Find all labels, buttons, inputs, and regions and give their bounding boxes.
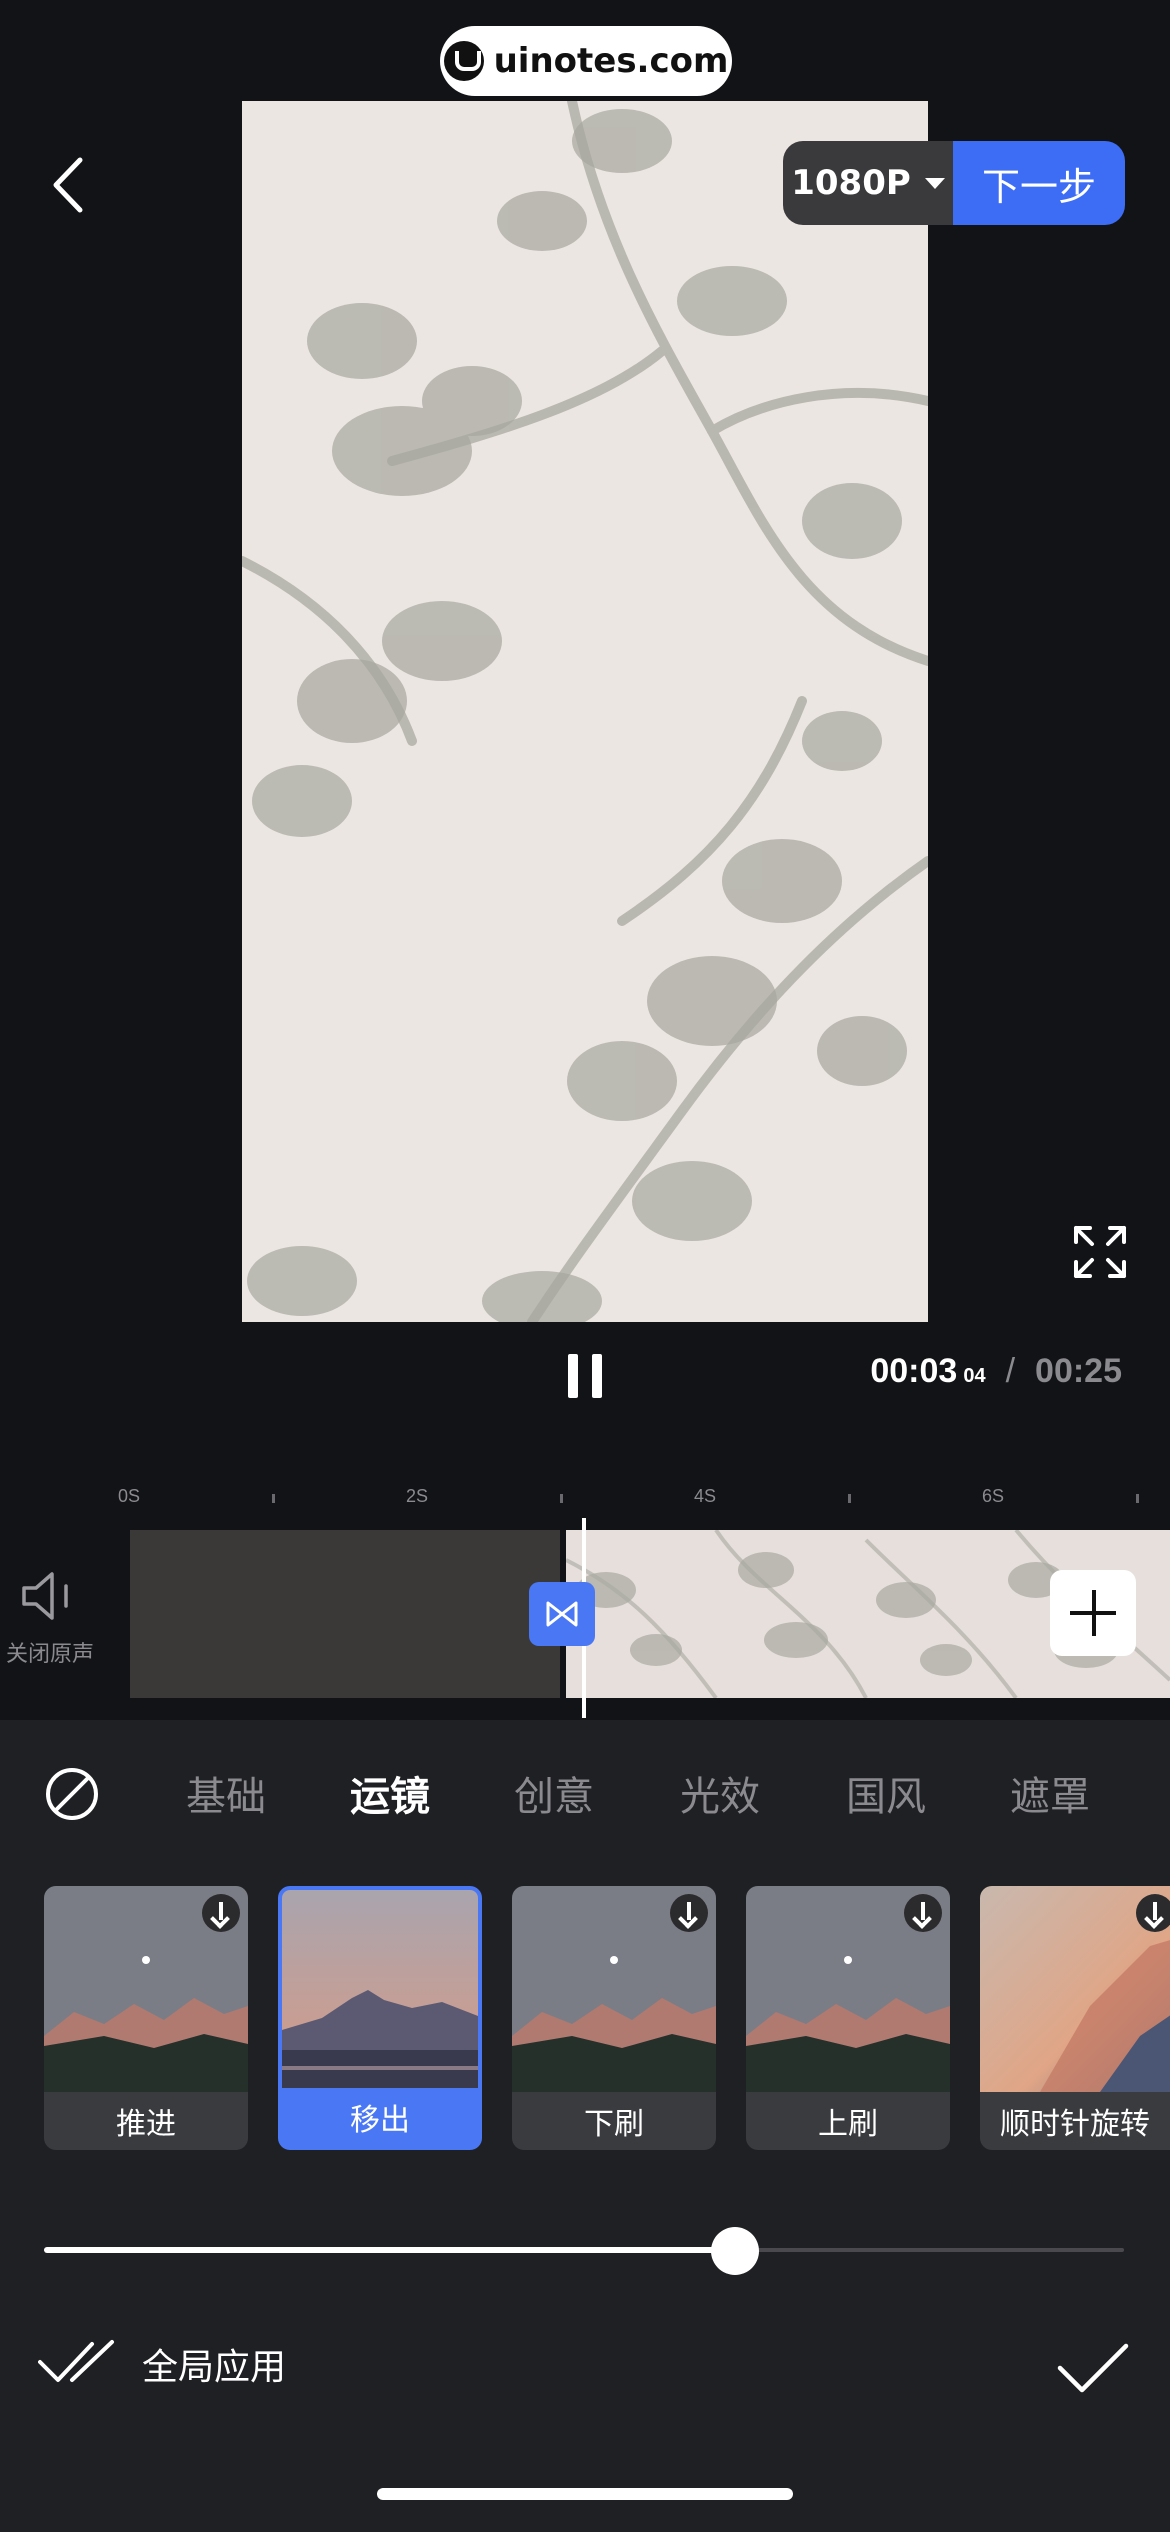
timeline-clip-empty[interactable] (130, 1530, 560, 1698)
bowtie-transition-icon (546, 1601, 578, 1627)
effect-card[interactable]: 顺时针旋转 (980, 1886, 1170, 2150)
ruler-label: 2S (406, 1486, 429, 1506)
speaker-icon (22, 1572, 68, 1620)
ruler-label: 0S (118, 1486, 141, 1506)
resolution-dropdown[interactable]: 1080P (783, 141, 953, 225)
caret-down-icon (924, 177, 945, 189)
no-effect-button[interactable] (44, 1766, 100, 1822)
ruler-label: 6S (982, 1486, 1005, 1506)
effect-label: 推进 (116, 2107, 176, 2142)
download-icon (202, 1894, 240, 1932)
duration-slider-fill (44, 2247, 736, 2253)
apply-all-button[interactable] (38, 2336, 118, 2386)
tab-light-effects[interactable]: 光效 (680, 1764, 760, 1822)
tab-mask[interactable]: 遮罩 (1010, 1764, 1090, 1822)
transition-button[interactable] (529, 1582, 595, 1646)
mute-original-button[interactable] (20, 1570, 80, 1622)
time-separator: / (1005, 1352, 1016, 1390)
chevron-left-icon (53, 157, 83, 213)
effect-card[interactable]: 下刷 (512, 1886, 716, 2150)
effect-label: 顺时针旋转 (1000, 2107, 1150, 2142)
prohibited-icon (46, 1768, 98, 1820)
ruler-tick (560, 1494, 563, 1503)
tab-basic[interactable]: 基础 (186, 1764, 266, 1822)
download-icon (1136, 1894, 1170, 1932)
playback-time: 00:03 04 / 00:25 (870, 1352, 1122, 1391)
leaf-shadow-image (242, 101, 928, 1322)
download-icon (670, 1894, 708, 1932)
effect-thumbnail (282, 1890, 478, 2088)
effect-card[interactable]: 推进 (44, 1886, 248, 2150)
mute-original-label: 关闭原声 (6, 1642, 95, 1667)
video-preview[interactable] (242, 101, 928, 1322)
effect-card[interactable]: 上刷 (746, 1886, 950, 2150)
watermark: uinotes.com (440, 26, 732, 96)
watermark-text: uinotes.com (493, 41, 729, 81)
add-clip-button[interactable] (1050, 1570, 1136, 1656)
total-time: 00:25 (1035, 1352, 1122, 1390)
current-time: 00:03 (870, 1352, 958, 1390)
back-button[interactable] (40, 150, 100, 220)
ruler-tick (272, 1494, 275, 1503)
ruler-tick (1136, 1494, 1139, 1503)
effect-label: 上刷 (818, 2107, 878, 2142)
confirm-button[interactable] (1056, 2340, 1130, 2396)
checkmark-icon (1057, 2343, 1129, 2393)
ruler-tick (848, 1494, 851, 1503)
apply-all-label[interactable]: 全局应用 (142, 2338, 286, 2390)
pause-icon (568, 1354, 578, 1398)
effect-label: 移出 (350, 2103, 410, 2138)
ruler-label: 4S (694, 1486, 717, 1506)
pause-button[interactable] (568, 1354, 604, 1398)
home-indicator (377, 2488, 793, 2500)
double-check-icon (38, 2340, 114, 2382)
resolution-label: 1080P (791, 163, 911, 203)
next-step-button[interactable]: 下一步 (953, 141, 1125, 225)
tab-chinese-style[interactable]: 国风 (846, 1764, 926, 1822)
fullscreen-button[interactable] (1072, 1224, 1128, 1280)
effect-card-selected[interactable]: 移出 (278, 1886, 482, 2150)
tab-camera-motion[interactable]: 运镜 (350, 1764, 430, 1822)
fullscreen-icon (1074, 1226, 1126, 1278)
effect-label: 下刷 (584, 2107, 644, 2142)
current-frames: 04 (963, 1365, 986, 1387)
duration-slider-knob[interactable] (711, 2227, 760, 2275)
download-icon (904, 1894, 942, 1932)
uinotes-logo-icon (443, 41, 484, 81)
tab-creative[interactable]: 创意 (514, 1764, 594, 1822)
